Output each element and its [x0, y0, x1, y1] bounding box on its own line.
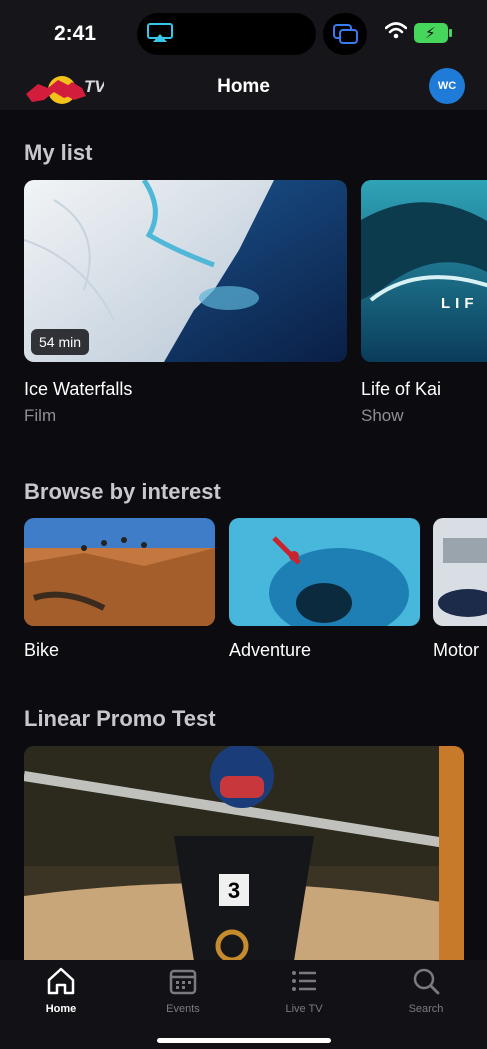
card-type: Film	[24, 406, 57, 425]
interest-label[interactable]: Adventure	[229, 640, 311, 661]
section-title-my-list: My list	[24, 140, 93, 165]
card-type: Show	[361, 406, 404, 425]
tab-live-tv[interactable]: Live TV	[254, 966, 354, 1015]
interest-card-adventure[interactable]	[229, 518, 420, 626]
list-icon	[292, 971, 316, 991]
interest-card-motor[interactable]	[433, 518, 487, 626]
my-list-card-life-of-kai[interactable]: LIF	[361, 180, 487, 362]
app-header: TV Home WC	[0, 64, 487, 110]
promo-hero[interactable]: 3	[24, 746, 464, 961]
status-time: 2:41	[54, 22, 97, 45]
tab-events[interactable]: Events	[133, 966, 233, 1015]
interest-label[interactable]: Motor	[433, 640, 479, 661]
tab-label: Events	[166, 1003, 200, 1015]
profile-avatar[interactable]: WC	[429, 68, 465, 104]
wifi-icon	[385, 22, 407, 39]
search-icon	[413, 968, 440, 995]
svg-text:3: 3	[228, 878, 240, 903]
battery-icon: ⚡	[414, 23, 452, 43]
section-title-promo: Linear Promo Test	[24, 706, 216, 731]
adventure-thumbnail	[229, 518, 420, 626]
tab-home[interactable]: Home	[11, 966, 111, 1015]
page-title: Home	[217, 76, 270, 97]
motor-thumbnail	[433, 518, 487, 626]
my-list-card-ice-waterfalls[interactable]: 54 min	[24, 180, 347, 362]
tab-bar: Home Events Live TV Search	[0, 960, 487, 1049]
section-title-browse: Browse by interest	[24, 479, 221, 504]
status-bar: 2:41 ⚡	[0, 0, 487, 64]
dynamic-island-activity	[323, 13, 367, 55]
calendar-icon	[169, 969, 197, 995]
tab-label: Home	[45, 1003, 77, 1015]
tab-search[interactable]: Search	[376, 966, 476, 1015]
dynamic-island	[137, 13, 316, 55]
airplay-icon	[147, 23, 173, 42]
duration-badge: 54 min	[31, 329, 90, 355]
home-indicator[interactable]	[157, 1038, 331, 1043]
card-title[interactable]: Ice Waterfalls	[24, 379, 132, 400]
tab-label: Live TV	[285, 1003, 323, 1015]
tab-label: Search	[408, 1003, 444, 1015]
card-title[interactable]: Life of Kai	[361, 379, 441, 400]
interest-label[interactable]: Bike	[24, 640, 59, 661]
svg-text:LIF: LIF	[441, 295, 479, 312]
home-icon	[47, 967, 75, 995]
screen-mirror-icon	[333, 24, 358, 44]
promo-thumbnail: 3	[24, 746, 464, 961]
life-of-kai-thumbnail: LIF	[361, 180, 487, 362]
interest-card-bike[interactable]	[24, 518, 215, 626]
bike-thumbnail	[24, 518, 215, 626]
